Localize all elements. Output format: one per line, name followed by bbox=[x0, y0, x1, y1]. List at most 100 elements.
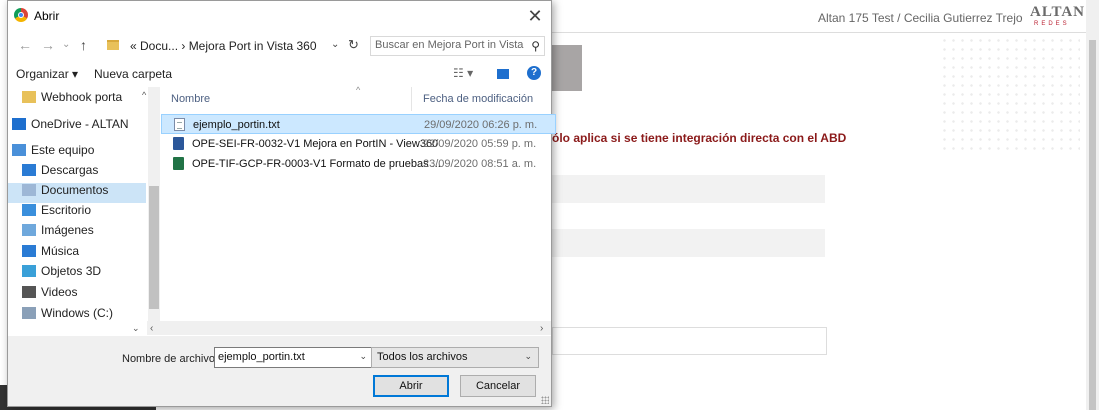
column-divider[interactable] bbox=[411, 87, 412, 111]
scroll-right-icon[interactable]: › bbox=[540, 323, 543, 334]
dialog-title: Abrir bbox=[34, 9, 60, 23]
scroll-up-icon[interactable]: ^ bbox=[142, 90, 146, 100]
filename-input[interactable] bbox=[218, 351, 348, 363]
folder-icon bbox=[107, 40, 119, 50]
tree-item-music[interactable]: Música bbox=[22, 244, 142, 264]
tree-item-label: Descargas bbox=[41, 163, 99, 177]
altan-logo-subtext: REDES bbox=[1034, 21, 1070, 27]
file-row[interactable]: OPE-TIF-GCP-FR-0003-V1 Formato de prueba… bbox=[161, 154, 551, 174]
organize-button[interactable]: Organizar ▾ bbox=[16, 67, 78, 81]
search-box[interactable]: ⚲ bbox=[370, 36, 545, 56]
tree-item-label: Windows (C:) bbox=[41, 306, 114, 320]
file-name: OPE-TIF-GCP-FR-0003-V1 Formato de prueba… bbox=[192, 158, 441, 170]
chevron-down-icon[interactable]: ⌄ bbox=[524, 351, 532, 362]
tree-item-videos[interactable]: Videos bbox=[22, 285, 142, 305]
videos-icon bbox=[22, 286, 36, 298]
up-folder-icon[interactable]: ↑ bbox=[80, 37, 87, 53]
pictures-icon bbox=[22, 224, 36, 236]
desktop-icon bbox=[22, 204, 36, 216]
tree-item-label: Webhook porta bbox=[41, 90, 123, 104]
download-icon bbox=[22, 164, 36, 176]
file-date: 23/09/2020 08:51 a. m. bbox=[423, 158, 537, 170]
column-header-modified[interactable]: Fecha de modificación bbox=[423, 93, 533, 105]
form-field[interactable] bbox=[552, 229, 825, 257]
excel-file-icon bbox=[173, 157, 184, 170]
documents-icon bbox=[22, 184, 36, 196]
tree-item-label: OneDrive - ALTAN bbox=[31, 117, 129, 131]
user-info[interactable]: Altan 175 Test / Cecilia Gutierrez Trejo bbox=[818, 11, 1023, 25]
help-icon[interactable]: ? bbox=[527, 66, 541, 80]
form-field[interactable] bbox=[552, 175, 825, 203]
tree-item-documents[interactable]: Documentos bbox=[8, 183, 146, 203]
tree-item-label: Este equipo bbox=[31, 143, 95, 157]
music-icon bbox=[22, 245, 36, 257]
scroll-left-icon[interactable]: ‹ bbox=[150, 323, 153, 334]
breadcrumb[interactable]: « Docu... › Mejora Port in Vista 360 bbox=[130, 39, 317, 53]
back-icon[interactable]: ← bbox=[18, 37, 32, 53]
refresh-icon[interactable]: ↻ bbox=[348, 37, 359, 53]
chrome-icon bbox=[14, 8, 28, 22]
resize-grip-icon[interactable] bbox=[541, 396, 549, 404]
chevron-down-icon[interactable]: ⌄ bbox=[359, 351, 367, 362]
open-button[interactable]: Abrir bbox=[373, 375, 449, 397]
open-file-dialog: Abrir ✕ ← → ⌄ ↑ « Docu... › Mejora Port … bbox=[7, 0, 556, 407]
tree-item-label: Documentos bbox=[41, 183, 109, 197]
tree-item-windows-c[interactable]: Windows (C:) bbox=[22, 306, 142, 321]
tree-item-pictures[interactable]: Imágenes bbox=[22, 223, 142, 243]
dialog-footer: Nombre de archivo: ⌄ Todos los archivos … bbox=[8, 336, 551, 406]
tree-scrollbar-thumb[interactable] bbox=[149, 186, 159, 309]
forward-icon[interactable]: → bbox=[41, 37, 55, 53]
tree-item-desktop[interactable]: Escritorio bbox=[22, 203, 142, 223]
file-row[interactable]: OPE-SEI-FR-0032-V1 Mejora en PortIN - Vi… bbox=[161, 134, 551, 154]
tree-item-downloads[interactable]: Descargas bbox=[22, 163, 142, 183]
tree-item-label: Objetos 3D bbox=[41, 264, 102, 278]
tree-item-3d-objects[interactable]: Objetos 3D bbox=[22, 264, 142, 284]
tree-item-label: Imágenes bbox=[41, 223, 94, 237]
file-row[interactable]: ejemplo_portin.txt 29/09/2020 06:26 p. m… bbox=[161, 114, 556, 134]
filename-label: Nombre de archivo: bbox=[122, 353, 218, 365]
altan-logo: ALTAN bbox=[1030, 4, 1086, 20]
tree-item-this-pc[interactable]: Este equipo bbox=[12, 143, 132, 163]
view-options-icon[interactable]: ☷ ▾ bbox=[453, 66, 473, 80]
integration-warning: ólo aplica si se tiene integración direc… bbox=[552, 131, 847, 145]
search-icon[interactable]: ⚲ bbox=[531, 39, 540, 53]
word-file-icon bbox=[173, 137, 184, 150]
cancel-button[interactable]: Cancelar bbox=[460, 375, 536, 397]
chevron-down-icon[interactable]: ⌄ bbox=[331, 39, 339, 50]
preview-pane-icon[interactable] bbox=[497, 69, 509, 79]
form-field[interactable] bbox=[552, 327, 827, 355]
navigation-tree: Webhook porta OneDrive - ALTAN Este equi… bbox=[8, 87, 148, 321]
file-name: OPE-SEI-FR-0032-V1 Mejora en PortIN - Vi… bbox=[192, 138, 439, 150]
page-scrollbar-thumb[interactable] bbox=[1089, 40, 1096, 410]
horizontal-scrollbar[interactable] bbox=[147, 321, 551, 335]
page-banner-block bbox=[552, 45, 582, 91]
column-header-name[interactable]: Nombre bbox=[171, 93, 210, 105]
tree-item-webhook[interactable]: Webhook porta bbox=[22, 90, 142, 110]
new-folder-button[interactable]: Nueva carpeta bbox=[94, 67, 172, 81]
navigation-bar: ← → ⌄ ↑ « Docu... › Mejora Port in Vista… bbox=[8, 34, 551, 60]
search-input[interactable] bbox=[375, 39, 525, 51]
file-date: 22/09/2020 05:59 p. m. bbox=[423, 138, 537, 150]
file-date: 29/09/2020 06:26 p. m. bbox=[424, 119, 538, 131]
decorative-dots bbox=[940, 36, 1080, 156]
file-type-select[interactable]: Todos los archivos ⌄ bbox=[371, 347, 539, 368]
recent-locations-icon[interactable]: ⌄ bbox=[62, 39, 70, 50]
dialog-titlebar[interactable]: Abrir ✕ bbox=[8, 1, 551, 31]
tree-item-label: Música bbox=[41, 244, 80, 258]
folder-icon bbox=[22, 91, 36, 103]
cloud-icon bbox=[12, 118, 26, 130]
sort-indicator-icon: ^ bbox=[356, 85, 361, 95]
tree-chevron-down-icon[interactable]: ⌄ bbox=[132, 323, 140, 334]
tree-item-onedrive[interactable]: OneDrive - ALTAN bbox=[12, 117, 132, 137]
file-list: ^ Nombre Fecha de modificación ejemplo_p… bbox=[161, 85, 556, 321]
tree-item-label: Videos bbox=[41, 285, 78, 299]
close-button[interactable]: ✕ bbox=[522, 5, 548, 27]
command-toolbar: Organizar ▾ Nueva carpeta ☷ ▾ ? bbox=[8, 61, 551, 87]
3d-objects-icon bbox=[22, 265, 36, 277]
filename-combobox[interactable]: ⌄ bbox=[214, 347, 373, 368]
tree-item-label: Escritorio bbox=[41, 203, 92, 217]
drive-icon bbox=[22, 307, 36, 319]
file-type-value: Todos los archivos bbox=[377, 351, 468, 363]
file-name: ejemplo_portin.txt bbox=[193, 119, 280, 131]
text-file-icon bbox=[174, 118, 185, 131]
